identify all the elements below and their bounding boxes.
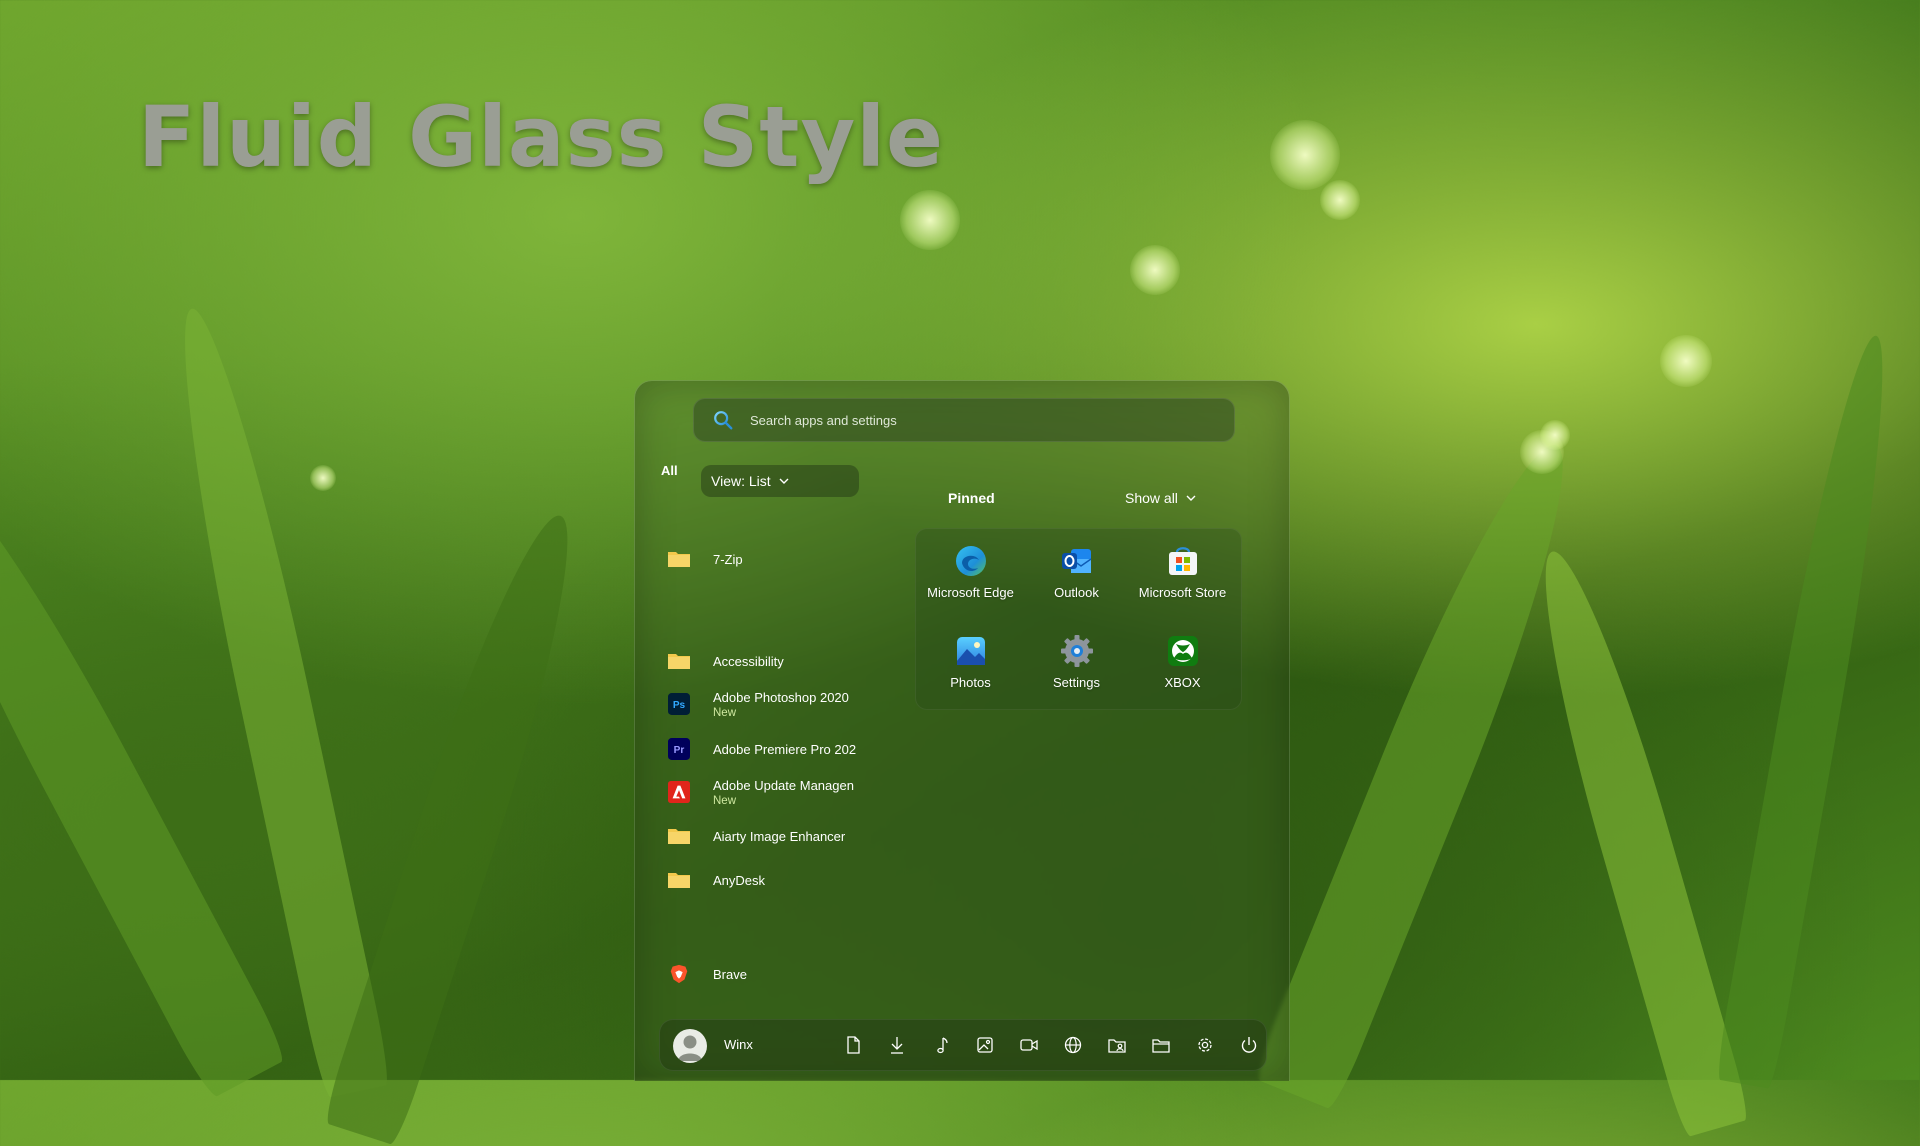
- downloads-icon: [891, 1037, 903, 1054]
- app-name: Adobe Photoshop 2020: [713, 689, 849, 705]
- new-badge: New: [713, 794, 737, 807]
- show-all-button[interactable]: Show all: [1125, 490, 1196, 506]
- folder-icon: [667, 649, 691, 673]
- list-item[interactable]: Brave: [655, 956, 875, 992]
- premiere-icon: Pr: [667, 737, 691, 761]
- search-input[interactable]: [748, 411, 1212, 429]
- user-name[interactable]: Winx: [724, 1037, 753, 1052]
- view-dropdown-label: View: List: [711, 473, 771, 489]
- search-icon: [714, 411, 733, 430]
- list-item[interactable]: AnyDesk: [655, 862, 875, 898]
- pinned-app-name: Microsoft Store: [1138, 585, 1227, 600]
- folder-icon: [667, 824, 691, 848]
- power-button[interactable]: [1237, 1033, 1261, 1057]
- network-icon: [1064, 1036, 1082, 1054]
- photos-icon: [956, 637, 985, 665]
- pinned-app-name: XBOX: [1164, 675, 1201, 690]
- edge-icon: [955, 546, 986, 576]
- file-explorer-button[interactable]: [1149, 1033, 1173, 1057]
- adobe-icon: [667, 780, 691, 804]
- app-name: Accessibility: [713, 653, 784, 669]
- pinned-app-name: Settings: [1053, 675, 1100, 690]
- power-icon: [1241, 1037, 1257, 1053]
- folder-icon: [667, 868, 691, 892]
- list-item[interactable]: Aiarty Image Enhancer: [655, 818, 875, 854]
- documents-button[interactable]: [841, 1033, 865, 1057]
- svg-text:Ps: Ps: [673, 700, 686, 711]
- network-button[interactable]: [1061, 1033, 1085, 1057]
- app-name: 7-Zip: [713, 551, 743, 567]
- photoshop-icon: Ps: [667, 692, 691, 716]
- list-item[interactable]: Adobe Update Managen New: [655, 774, 875, 810]
- chevron-down-icon: [1186, 495, 1196, 501]
- pictures-icon: [977, 1037, 993, 1053]
- file-explorer-icon: [1152, 1039, 1170, 1053]
- pictures-button[interactable]: [973, 1033, 997, 1057]
- start-bottom-bar: Winx: [659, 1019, 1267, 1071]
- all-apps-label: All: [661, 463, 678, 478]
- pinned-app-store[interactable]: Microsoft Store: [1130, 533, 1235, 613]
- pinned-app-photos[interactable]: Photos: [918, 623, 1023, 703]
- documents-icon: [847, 1036, 860, 1054]
- app-name: Aiarty Image Enhancer: [713, 828, 846, 844]
- app-name: Adobe Premiere Pro 202: [713, 741, 857, 757]
- pinned-app-settings[interactable]: Settings: [1024, 623, 1129, 703]
- list-item[interactable]: Pr Adobe Premiere Pro 202: [655, 731, 875, 767]
- search-box[interactable]: [693, 398, 1235, 442]
- pinned-app-xbox[interactable]: XBOX: [1130, 623, 1235, 703]
- store-icon: [1168, 547, 1197, 575]
- app-name: Brave: [713, 966, 747, 982]
- music-button[interactable]: [929, 1033, 953, 1057]
- avatar[interactable]: [673, 1029, 707, 1063]
- music-icon: [937, 1037, 948, 1054]
- folder-icon: [667, 547, 691, 571]
- chevron-down-icon: [779, 478, 789, 484]
- app-name: Adobe Update Managen: [713, 777, 854, 793]
- list-item[interactable]: Ps Adobe Photoshop 2020 New: [655, 686, 875, 722]
- brave-icon: [667, 962, 691, 986]
- pinned-app-outlook[interactable]: Outlook: [1024, 533, 1129, 613]
- hero-title: Fluid Glass Style: [138, 88, 944, 186]
- pinned-panel: Microsoft Edge Outlook Microsoft Store P…: [915, 528, 1242, 710]
- xbox-icon: [1167, 636, 1198, 666]
- pinned-label: Pinned: [948, 490, 995, 506]
- personal-folder-icon: [1108, 1039, 1126, 1053]
- view-dropdown[interactable]: View: List: [701, 465, 859, 497]
- app-name: AnyDesk: [713, 872, 766, 888]
- downloads-button[interactable]: [885, 1033, 909, 1057]
- pinned-app-edge[interactable]: Microsoft Edge: [918, 533, 1023, 613]
- show-all-label: Show all: [1125, 490, 1178, 506]
- personal-folder-button[interactable]: [1105, 1033, 1129, 1057]
- pinned-app-name: Outlook: [1054, 585, 1099, 600]
- settings-icon: [1060, 635, 1093, 667]
- pinned-app-name: Microsoft Edge: [927, 585, 1014, 600]
- list-item[interactable]: Accessibility: [655, 643, 875, 679]
- videos-button[interactable]: [1017, 1033, 1041, 1057]
- user-icon: [678, 1035, 702, 1061]
- settings-button[interactable]: [1193, 1033, 1217, 1057]
- new-badge: New: [713, 706, 737, 719]
- start-menu: All View: List 7-Zip Accessibility Ps Ad…: [634, 380, 1290, 1081]
- outlook-icon: [1061, 549, 1091, 573]
- pinned-app-name: Photos: [950, 675, 991, 690]
- settings-icon: [1198, 1038, 1212, 1052]
- list-item[interactable]: 7-Zip: [655, 541, 875, 577]
- videos-icon: [1020, 1039, 1038, 1051]
- svg-text:Pr: Pr: [674, 745, 685, 756]
